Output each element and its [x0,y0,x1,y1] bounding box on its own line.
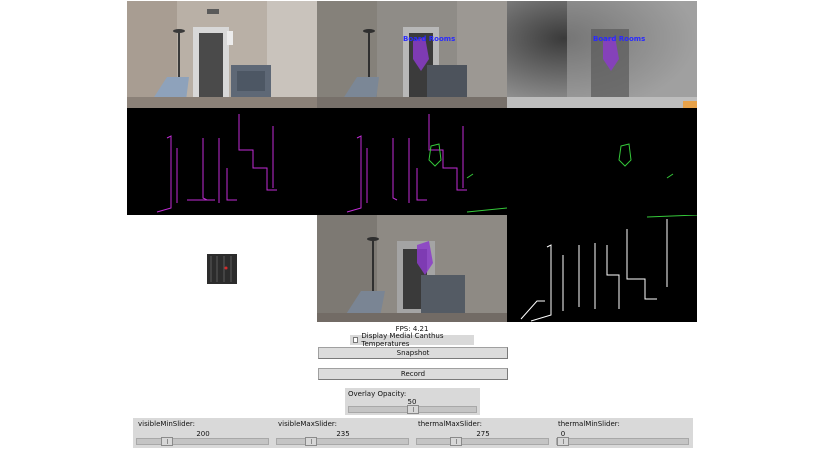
thermal-edges-view [507,108,697,215]
record-button[interactable]: Record [318,368,508,380]
overlay-camera-view: Board Rooms [317,1,507,108]
visible-min-slider-group: visibleMinSlider: 200 [133,418,273,448]
threshold-sliders-panel: visibleMinSlider: 200 visibleMaxSlider: … [133,418,693,448]
visible-camera-view [127,1,317,108]
thermal-min-slider-thumb[interactable] [557,437,569,446]
combined-edges-view [317,108,507,215]
visible-edges-view [127,108,317,215]
thermal-room-sign-text: Board Rooms [593,35,646,43]
thermal-max-slider[interactable] [416,437,549,446]
visible-min-slider-label: visibleMinSlider: [138,420,195,428]
overlay-opacity-slider[interactable] [348,405,477,414]
thermal-max-slider-thumb[interactable] [450,437,462,446]
visible-min-slider-thumb[interactable] [161,437,173,446]
medial-canthus-toggle[interactable]: Display Medial Canthus Temperatures [350,332,474,348]
thermal-camera-view: Board Rooms [507,1,697,108]
edge-outline-view [507,215,697,322]
overlay-opacity-label: Overlay Opacity: [348,390,407,398]
face-crop-view [127,215,317,322]
visible-max-slider-thumb[interactable] [305,437,317,446]
thermal-min-slider-label: thermalMinSlider: [558,420,620,428]
visible-max-slider-label: visibleMaxSlider: [278,420,338,428]
visible-max-slider[interactable] [276,437,409,446]
visible-overlay-view [317,215,507,322]
room-sign-text: Board Rooms [403,35,456,43]
medial-canthus-checkbox[interactable] [353,337,359,343]
visible-max-slider-group: visibleMaxSlider: 235 [273,418,413,448]
thermal-max-slider-value: 275 [476,430,490,438]
video-grid: Board Rooms Board Rooms [127,1,697,322]
overlay-opacity-thumb[interactable] [407,405,419,414]
visible-max-slider-value: 235 [336,430,350,438]
thermal-min-slider-group: thermalMinSlider: 0 [553,418,693,448]
visible-min-slider-value: 200 [196,430,210,438]
thermal-min-slider[interactable] [556,437,689,446]
thermal-max-slider-group: thermalMaxSlider: 275 [413,418,553,448]
snapshot-button[interactable]: Snapshot [318,347,508,359]
overlay-opacity-panel: Overlay Opacity: 50 [345,388,480,415]
thermal-max-slider-label: thermalMaxSlider: [418,420,482,428]
medial-canthus-label: Display Medial Canthus Temperatures [361,332,444,348]
visible-min-slider[interactable] [136,437,269,446]
